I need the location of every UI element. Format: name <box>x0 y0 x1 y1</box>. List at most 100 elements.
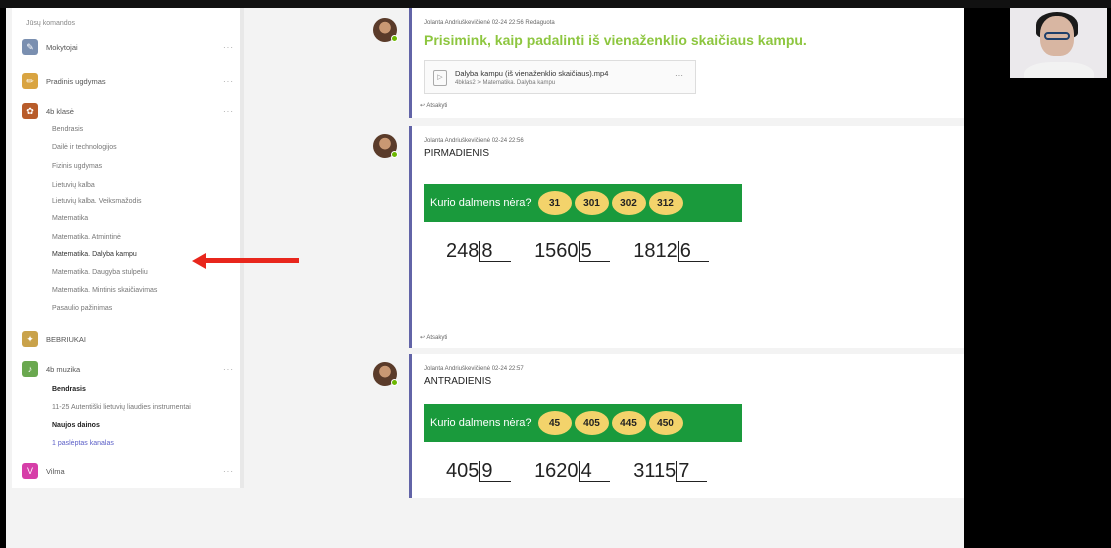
divisor: 4 <box>578 461 610 482</box>
video-file-icon: ▷ <box>433 70 447 86</box>
avatar: V <box>22 463 38 479</box>
division-examples: 248 8 1560 5 1812 6 <box>446 240 727 263</box>
music-icon: ♪ <box>22 361 38 377</box>
channel-item[interactable]: Bendrasis <box>52 386 86 393</box>
division-problem: 1812 6 <box>633 240 709 263</box>
answer-option: 405 <box>574 411 609 435</box>
presence-icon <box>391 151 398 158</box>
video-person-body <box>1024 62 1094 78</box>
video-person-glasses <box>1044 32 1070 40</box>
more-options-icon[interactable]: ··· <box>223 77 234 86</box>
team-vilma[interactable]: V Vilma ··· <box>22 460 234 482</box>
reply-label: Atsakyti <box>426 103 448 109</box>
question-banner: Kurio dalmens nėra? 45 405 445 450 <box>424 404 742 442</box>
reply-button[interactable]: ↩ Atsakyti <box>420 102 447 109</box>
post-2: Jolanta Andriuškevičienė 02-24 22:56 PIR… <box>409 126 964 348</box>
post-meta: Jolanta Andriuškevičienė 02-24 22:56 Red… <box>424 20 555 26</box>
division-problem: 3115 7 <box>633 460 708 483</box>
answer-option: 302 <box>611 191 646 215</box>
more-options-icon[interactable]: ··· <box>223 365 234 374</box>
division-problem: 1620 4 <box>534 460 610 483</box>
team-name: Pradinis ugdymas <box>46 76 106 86</box>
team-4b-muzika[interactable]: ♪ 4b muzika ··· <box>22 358 234 380</box>
hidden-channels-link[interactable]: 1 paslėptas kanalas <box>52 440 114 447</box>
author-avatar[interactable] <box>373 362 398 386</box>
channel-item[interactable]: Dailė ir technologijos <box>52 144 117 151</box>
channel-item[interactable]: Matematika. Mintinis skaičiavimas <box>52 287 157 294</box>
post-title: PIRMADIENIS <box>424 148 490 159</box>
more-options-icon[interactable]: ··· <box>675 71 683 80</box>
division-problem: 405 9 <box>446 460 511 483</box>
author-avatar[interactable] <box>373 134 398 158</box>
post-3: Jolanta Andriuškevičienė 02-24 22:57 ANT… <box>409 354 964 498</box>
dividend: 1560 <box>534 240 579 262</box>
post-1: Jolanta Andriuškevičienė 02-24 22:56 Red… <box>409 8 964 118</box>
team-name: Vilma <box>46 466 65 476</box>
reply-button[interactable]: ↩ Atsakyti <box>420 334 447 341</box>
channel-item[interactable]: 11-25 Autentiški lietuvių liaudies instr… <box>52 404 191 411</box>
teams-sidebar: Jūsų komandos ✎ Mokytojai ··· ✏ Pradinis… <box>12 8 240 488</box>
teams-app: Jūsų komandos ✎ Mokytojai ··· ✏ Pradinis… <box>6 8 964 548</box>
author-avatar[interactable] <box>373 18 398 42</box>
answer-option: 445 <box>611 411 646 435</box>
more-options-icon[interactable]: ··· <box>223 43 234 52</box>
channel-item[interactable]: Lietuvių kalba <box>52 182 95 189</box>
channel-feed: Jolanta Andriuškevičienė 02-24 22:56 Red… <box>373 8 964 548</box>
channel-item-selected[interactable]: Matematika. Dalyba kampu <box>52 251 137 258</box>
more-options-icon[interactable]: ··· <box>223 107 234 116</box>
window-top-bar <box>0 0 1111 8</box>
divisor: 6 <box>677 241 709 262</box>
team-name: BEBRIUKAI <box>46 334 87 344</box>
team-logo-icon: ✦ <box>22 331 38 347</box>
team-bebriukai[interactable]: ✦ BEBRIUKAI <box>22 328 234 350</box>
channel-item[interactable]: Fizinis ugdymas <box>52 163 102 170</box>
channel-item[interactable]: Pasaulio pažinimas <box>52 305 112 312</box>
channel-item[interactable]: Naujos dainos <box>52 422 100 429</box>
team-name: Mokytojai <box>46 42 78 52</box>
division-problem: 248 8 <box>446 240 511 263</box>
team-name: 4b klasė <box>46 106 74 116</box>
answer-option: 45 <box>537 411 572 435</box>
post-title: Prisimink, kaip padalinti iš vienaženkli… <box>424 32 807 48</box>
video-attachment[interactable]: ▷ Dalyba kampu (iš vienaženklio skaičiau… <box>424 60 696 94</box>
sidebar-heading: Jūsų komandos <box>26 20 76 27</box>
more-options-icon[interactable]: ··· <box>223 467 234 476</box>
division-problem: 1560 5 <box>534 240 610 263</box>
team-name: 4b muzika <box>46 364 81 374</box>
channel-item[interactable]: Matematika <box>52 215 88 222</box>
team-pradinis-ugdymas[interactable]: ✏ Pradinis ugdymas ··· <box>22 70 234 92</box>
attachment-path: 4bklas2 > Matematika. Dalyba kampu <box>455 80 556 86</box>
divisor: 8 <box>479 241 511 262</box>
division-examples: 405 9 1620 4 3115 7 <box>446 460 725 483</box>
answer-option: 31 <box>537 191 572 215</box>
divisor: 9 <box>479 461 511 482</box>
reply-label: Atsakyti <box>426 335 448 341</box>
dividend: 1620 <box>534 460 579 482</box>
question-banner: Kurio dalmens nėra? 31 301 302 312 <box>424 184 742 222</box>
question-text: Kurio dalmens nėra? <box>430 197 532 209</box>
divisor: 7 <box>676 461 708 482</box>
channel-item[interactable]: Matematika. Daugyba stulpeliu <box>52 269 148 276</box>
channel-item[interactable]: Bendrasis <box>52 126 83 133</box>
class-icon: ✿ <box>22 103 38 119</box>
channel-item[interactable]: Lietuvių kalba. Veiksmažodis <box>52 198 142 205</box>
answer-option: 312 <box>648 191 683 215</box>
dividend: 405 <box>446 460 480 482</box>
attachment-name: Dalyba kampu (iš vienaženklio skaičiaus)… <box>455 69 609 78</box>
dividend: 248 <box>446 240 480 262</box>
dividend: 1812 <box>633 240 678 262</box>
presence-icon <box>391 379 398 386</box>
team-4b-klase[interactable]: ✿ 4b klasė ··· <box>22 100 234 122</box>
post-meta: Jolanta Andriuškevičienė 02-24 22:56 <box>424 138 524 144</box>
pencil-icon: ✏ <box>22 73 38 89</box>
team-mokytojai[interactable]: ✎ Mokytojai ··· <box>22 36 234 58</box>
divisor: 5 <box>578 241 610 262</box>
dividend: 3115 <box>633 460 677 482</box>
webcam-video <box>1010 8 1107 78</box>
answer-option: 301 <box>574 191 609 215</box>
answer-option: 450 <box>648 411 683 435</box>
annotation-arrow <box>204 258 299 263</box>
channel-item[interactable]: Matematika. Atmintinė <box>52 234 121 241</box>
post-title: ANTRADIENIS <box>424 376 492 387</box>
teacher-icon: ✎ <box>22 39 38 55</box>
